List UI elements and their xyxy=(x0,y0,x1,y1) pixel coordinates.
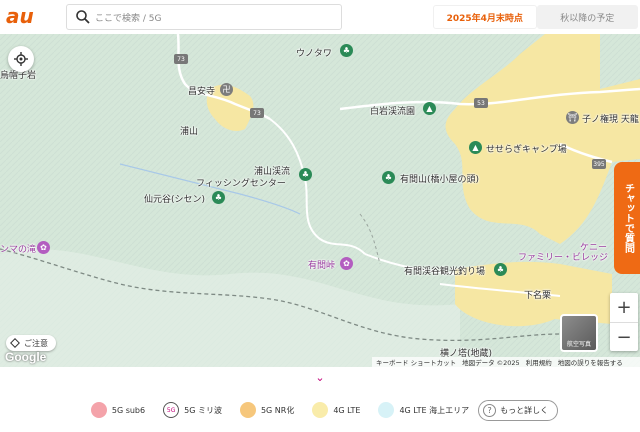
legend-label: 5G NR化 xyxy=(260,405,295,415)
aerial-label: 航空写真 xyxy=(566,341,591,348)
place-label: 昌安寺 xyxy=(188,87,216,97)
au-logo[interactable]: au xyxy=(4,4,46,28)
question-icon: ? xyxy=(483,403,497,417)
zoom-out-button[interactable]: − xyxy=(610,323,638,352)
place-label: ンマの滝 xyxy=(0,245,37,255)
more-label: もっと詳しく xyxy=(500,405,549,415)
legend-swatch xyxy=(239,402,256,418)
map-terrain xyxy=(0,34,640,367)
terms-link[interactable]: 利用規約 xyxy=(526,357,552,367)
park-icon[interactable]: ♣ xyxy=(494,263,507,276)
search-box[interactable]: ここで検索 / 5G xyxy=(66,4,342,30)
top-bar: au ここで検索 / 5G 2025年4月末時点 秋以降の予定 xyxy=(0,0,640,34)
aerial-photo-button[interactable]: 航空写真 xyxy=(560,314,598,352)
notice-label: ご注意 xyxy=(24,338,48,348)
locate-button[interactable] xyxy=(8,46,34,72)
tab-future[interactable]: 秋以降の予定 xyxy=(536,5,638,29)
place-label: せせらぎキャンプ場 xyxy=(486,145,567,155)
coverage-map[interactable]: 73 73 53 395 烏帽子岩 ウノタワ ♣ 昌安寺 卍 浦山 白岩渓流園 … xyxy=(0,34,640,367)
route-shield: 53 xyxy=(474,98,488,108)
attraction-icon[interactable]: ✿ xyxy=(340,257,353,270)
place-label: 有間渓谷観光釣り場 xyxy=(404,267,486,277)
info-diamond-icon xyxy=(10,338,20,348)
park-icon[interactable]: ♣ xyxy=(382,171,395,184)
legend-label: 5G sub6 xyxy=(111,405,146,415)
park-icon[interactable]: ♣ xyxy=(340,44,353,57)
search-icon xyxy=(76,10,90,24)
park-icon[interactable]: ♣ xyxy=(212,191,225,204)
zoom-in-button[interactable]: + xyxy=(610,293,638,322)
search-placeholder: ここで検索 / 5G xyxy=(95,14,162,24)
place-label: 子ノ権現 天龍 xyxy=(582,115,639,125)
route-shield: 73 xyxy=(174,54,188,64)
tab-current[interactable]: 2025年4月末時点 xyxy=(433,5,537,29)
map-data-text: 地図データ ©2025 xyxy=(462,359,520,367)
legend-swatch xyxy=(312,402,329,418)
place-label: 下名栗 xyxy=(524,291,552,301)
chevron-down-icon[interactable]: ⌄ xyxy=(314,372,326,384)
route-shield: 73 xyxy=(250,108,264,118)
shrine-icon[interactable]: ⛩ xyxy=(566,111,579,124)
legend-item: 5G NR化 xyxy=(239,402,295,418)
keyboard-shortcuts-link[interactable]: キーボード ショートカット xyxy=(376,357,456,367)
legend-item: 5G sub6 xyxy=(90,402,146,418)
place-label: フィッシングセンター xyxy=(196,179,286,189)
map-attribution: キーボード ショートカット 地図データ ©2025 利用規約 地図の誤りを報告す… xyxy=(372,357,640,367)
place-label: 仙元谷(シセン) xyxy=(144,195,206,205)
chat-button[interactable]: チャットで質問 xyxy=(614,162,640,274)
legend-item: 5G 5G ミリ波 xyxy=(163,402,222,418)
legend-swatch xyxy=(378,402,395,418)
legend-label: 4G LTE 海上エリア xyxy=(399,405,470,415)
campsite-icon[interactable]: ▲ xyxy=(423,102,436,115)
legend-item: 4G LTE 海上エリア xyxy=(378,402,469,418)
place-label: ケニー xyxy=(580,243,608,253)
campsite-icon[interactable]: ▲ xyxy=(469,141,482,154)
crosshair-icon xyxy=(14,52,28,66)
temple-icon[interactable]: 卍 xyxy=(220,83,233,96)
place-label: 浦山 xyxy=(180,127,199,137)
route-shield: 395 xyxy=(592,159,606,169)
legend-swatch xyxy=(90,402,107,418)
coverage-legend: 5G sub6 5G 5G ミリ波 5G NR化 4G LTE 4G LTE 海… xyxy=(0,398,640,422)
google-logo: Google xyxy=(5,350,47,364)
attraction-icon[interactable]: ✿ xyxy=(37,241,50,254)
legend-swatch: 5G xyxy=(163,402,180,418)
report-error-link[interactable]: 地図の誤りを報告する xyxy=(558,357,623,367)
legend-label: 4G LTE xyxy=(333,405,361,415)
legend-item: 4G LTE xyxy=(312,402,360,418)
period-tabs: 2025年4月末時点 秋以降の予定 xyxy=(433,5,638,29)
svg-text:au: au xyxy=(6,4,34,28)
more-details-button[interactable]: ? もっと詳しく xyxy=(478,399,559,421)
zoom-control: + − xyxy=(610,293,638,351)
park-icon[interactable]: ♣ xyxy=(299,168,312,181)
legend-label: 5G ミリ波 xyxy=(184,405,222,415)
place-label: 有間峠 xyxy=(308,261,336,271)
notice-button[interactable]: ご注意 xyxy=(6,335,56,351)
place-label: 白岩渓流園 xyxy=(370,107,416,117)
place-label: ウノタワ xyxy=(296,49,332,59)
place-label: 有間山(橋小屋の頭) xyxy=(400,175,480,185)
